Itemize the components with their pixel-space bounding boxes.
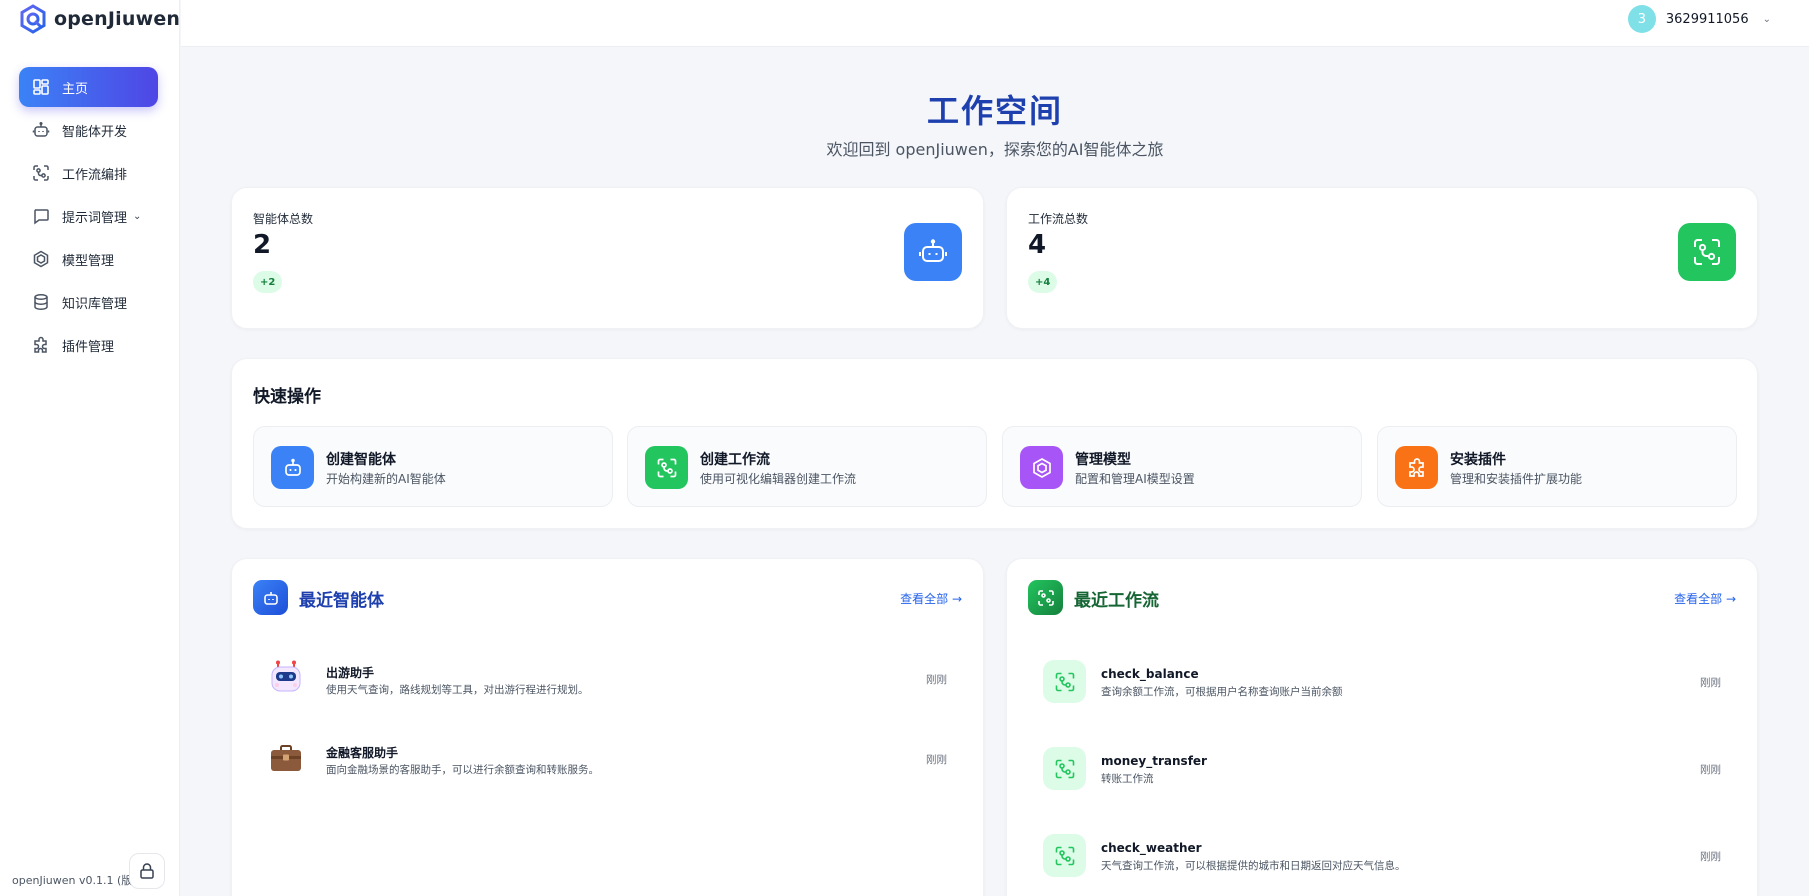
dashboard-icon [32,78,50,96]
robot-icon [253,580,288,615]
quick-item-desc: 开始构建新的AI智能体 [326,472,446,486]
workflow-desc: 查询余额工作流，可根据用户名称查询账户当前余额 [1101,686,1343,698]
workflow-icon [1678,223,1736,281]
agent-name: 金融客服助手 [326,746,399,760]
workflow-icon [1028,580,1063,615]
table-row[interactable]: check_balance 查询余额工作流，可根据用户名称查询账户当前余额 刚刚 [1028,651,1736,711]
workflow-name: check_balance [1101,667,1199,681]
workflow-desc: 转账工作流 [1101,773,1154,785]
model-icon [32,250,50,268]
quick-create-workflow[interactable]: 创建工作流 使用可视化编辑器创建工作流 [627,426,987,507]
workflow-icon [1043,660,1086,703]
chevron-down-icon[interactable]: ⌄ [133,211,141,222]
app-name: openJiuwen [54,8,181,30]
quick-item-title: 管理模型 [1075,452,1131,468]
quick-item-title: 创建工作流 [700,452,770,468]
workflow-desc: 天气查询工作流，可以根据提供的城市和日期返回对应天气信息。 [1101,860,1406,872]
workflow-time: 刚刚 [1700,851,1721,863]
stat-card-workflows: 工作流总数 4 +4 [1006,187,1758,329]
lock-icon [140,863,154,879]
sidebar-item-plugins[interactable]: 插件管理 [19,325,158,365]
workflow-icon [1043,747,1086,790]
quick-actions-card: 快速操作 创建智能体 开始构建新的AI智能体 创建工作流 使用可视化编辑器创建工… [231,358,1758,529]
agent-desc: 使用天气查询，路线规划等工具，对出游行程进行规划。 [326,684,589,696]
database-icon [32,293,50,311]
robot-icon [32,121,50,139]
table-row[interactable]: money_transfer 转账工作流 刚刚 [1028,738,1736,798]
sidebar-item-label: 主页 [62,81,89,97]
recent-workflows-title: 最近工作流 [1074,591,1159,611]
sidebar-item-home[interactable]: 主页 [19,67,158,107]
quick-item-desc: 管理和安装插件扩展功能 [1450,472,1583,486]
workflow-name: money_transfer [1101,754,1207,768]
view-all-workflows-link[interactable]: 查看全部 → [1674,590,1736,607]
agent-desc: 面向金融场景的客服助手，可以进行余额查询和转账服务。 [326,764,599,776]
travel-robot-icon [271,660,301,692]
agent-name: 出游助手 [326,666,375,680]
stat-badge: +2 [253,271,283,293]
puzzle-icon [1395,446,1438,489]
agent-time: 刚刚 [926,754,947,766]
sidebar-item-label: 插件管理 [62,339,115,355]
avatar[interactable]: 3 [1627,5,1656,33]
user-name[interactable]: 3629911056 [1666,12,1749,27]
recent-workflows-card: 最近工作流 查看全部 → check_balance 查询余额工作流，可根据用户… [1006,558,1758,896]
stat-label: 工作流总数 [1028,212,1089,226]
sidebar: openJiuwen 主页 智能体开发 工作流编排 提示词管理 ⌄ 模型管理 知… [0,0,180,896]
page-title: 工作空间 [926,92,1063,130]
sidebar-item-agent-dev[interactable]: 智能体开发 [19,110,158,150]
model-icon [1020,446,1063,489]
quick-item-title: 创建智能体 [326,452,396,468]
view-all-agents-link[interactable]: 查看全部 → [900,590,962,607]
workflow-name: check_weather [1101,841,1202,855]
user-menu[interactable]: 3 3629911056 ⌄ [1627,5,1771,33]
workflow-icon [32,164,50,182]
list-item[interactable]: 金融客服助手 面向金融场景的客服助手，可以进行余额查询和转账服务。 刚刚 [253,731,962,787]
puzzle-icon [32,336,50,354]
quick-item-desc: 配置和管理AI模型设置 [1075,472,1195,486]
sidebar-item-models[interactable]: 模型管理 [19,239,158,279]
sidebar-item-label: 模型管理 [62,253,115,269]
sidebar-item-label: 知识库管理 [62,296,128,312]
chevron-down-icon[interactable]: ⌄ [1763,14,1771,25]
quick-actions-title: 快速操作 [253,387,321,407]
stat-card-agents: 智能体总数 2 +2 [231,187,984,329]
message-icon [32,207,50,225]
briefcase-icon [271,745,301,771]
recent-agents-title: 最近智能体 [299,591,384,611]
sidebar-item-label: 智能体开发 [62,124,128,140]
robot-icon [271,446,314,489]
sidebar-item-knowledge[interactable]: 知识库管理 [19,282,158,322]
quick-item-desc: 使用可视化编辑器创建工作流 [700,472,857,486]
sidebar-item-workflow[interactable]: 工作流编排 [19,153,158,193]
stat-value: 4 [1028,230,1047,260]
recent-agents-card: 最近智能体 查看全部 → 出游助手 使用天气查询，路线规划等工具，对出游行程进行… [231,558,984,896]
lock-button[interactable] [129,853,165,889]
agent-time: 刚刚 [926,674,947,686]
version-text: openJiuwen v0.1.1 (版本 [12,874,132,887]
page-subtitle: 欢迎回到 openJiuwen，探索您的AI智能体之旅 [826,140,1164,159]
stat-label: 智能体总数 [253,212,314,226]
stat-badge: +4 [1028,271,1058,293]
table-row[interactable]: check_weather 天气查询工作流，可以根据提供的城市和日期返回对应天气… [1028,825,1736,885]
quick-item-title: 安装插件 [1450,452,1506,468]
quick-install-plugin[interactable]: 安装插件 管理和安装插件扩展功能 [1377,426,1737,507]
app-logo[interactable]: openJiuwen [18,4,180,34]
top-bar: 3 3629911056 ⌄ [181,0,1809,47]
logo-icon [20,4,46,34]
stat-value: 2 [253,230,272,260]
quick-manage-models[interactable]: 管理模型 配置和管理AI模型设置 [1002,426,1362,507]
workflow-icon [645,446,688,489]
workflow-time: 刚刚 [1700,764,1721,776]
workflow-time: 刚刚 [1700,677,1721,689]
sidebar-item-label: 提示词管理 [62,210,128,226]
sidebar-item-label: 工作流编排 [62,167,128,183]
sidebar-item-prompts[interactable]: 提示词管理 ⌄ [19,196,158,236]
quick-create-agent[interactable]: 创建智能体 开始构建新的AI智能体 [253,426,613,507]
workflow-icon [1043,834,1086,877]
sidebar-nav: 主页 智能体开发 工作流编排 提示词管理 ⌄ 模型管理 知识库管理 插件管理 [19,67,158,368]
list-item[interactable]: 出游助手 使用天气查询，路线规划等工具，对出游行程进行规划。 刚刚 [253,651,962,707]
robot-icon [904,223,962,281]
